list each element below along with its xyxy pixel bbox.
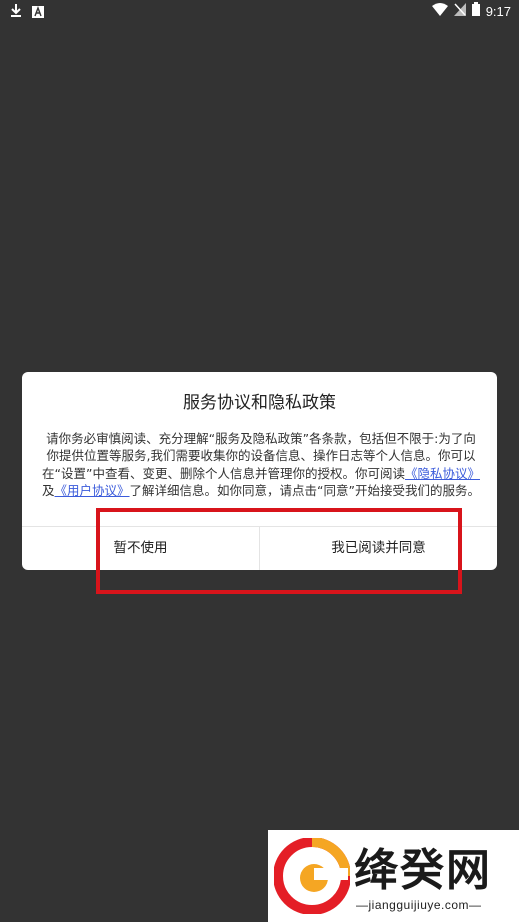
watermark-name: 绛癸网 bbox=[354, 845, 492, 896]
watermark-url: —jiangguijiuye.com— bbox=[356, 898, 482, 912]
watermark-logo-icon bbox=[273, 837, 351, 918]
privacy-policy-link[interactable]: 《隐私协议》 bbox=[405, 466, 480, 481]
battery-icon bbox=[471, 2, 480, 20]
signal-off-icon bbox=[453, 2, 466, 20]
dialog-title: 服务协议和隐私政策 bbox=[183, 393, 336, 413]
user-agreement-link[interactable]: 《用户协议》 bbox=[55, 483, 130, 498]
status-bar: 9:17 bbox=[0, 0, 519, 22]
body-connector: 及 bbox=[42, 483, 55, 499]
watermark: 绛癸网 —jiangguijiuye.com— bbox=[268, 830, 519, 922]
download-icon bbox=[10, 3, 22, 22]
status-time: 9:17 bbox=[485, 3, 511, 19]
highlight-annotation-box bbox=[96, 508, 462, 594]
wifi-icon bbox=[431, 2, 448, 20]
dialog-body: 请你务必审慎阅读、充分理解“服务及隐私政策”各条款，包括但不限于:为了向你提供位… bbox=[42, 430, 480, 506]
font-a-icon bbox=[32, 3, 44, 22]
body-text-2: 了解详细信息。如你同意，请点击“同意”开始接受我们的服务。 bbox=[129, 483, 480, 499]
